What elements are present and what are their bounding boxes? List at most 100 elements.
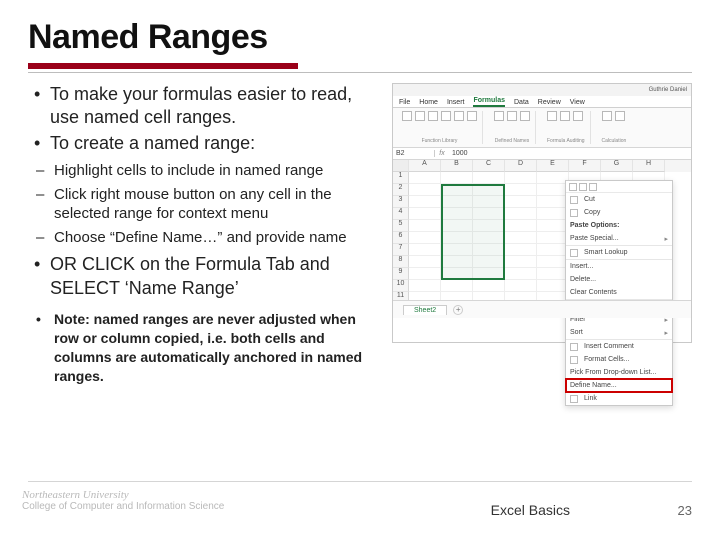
text-icon[interactable] [454, 111, 464, 121]
cell[interactable] [441, 172, 473, 184]
col-header[interactable]: C [473, 160, 505, 172]
col-header[interactable]: D [505, 160, 537, 172]
cell[interactable] [441, 196, 473, 208]
trace-precedents-icon[interactable] [547, 111, 557, 121]
fill-color-icon[interactable] [579, 183, 587, 191]
ribbon-tab[interactable]: File [399, 99, 410, 107]
row-header[interactable]: 8 [393, 256, 409, 268]
cell[interactable] [473, 268, 505, 280]
cell[interactable] [473, 256, 505, 268]
cell[interactable] [409, 184, 441, 196]
financial-icon[interactable] [428, 111, 438, 121]
cell[interactable] [473, 208, 505, 220]
cell[interactable] [473, 196, 505, 208]
font-color-icon[interactable] [569, 183, 577, 191]
cell[interactable] [473, 232, 505, 244]
cell[interactable] [409, 208, 441, 220]
col-header[interactable]: E [537, 160, 569, 172]
row-header[interactable]: 10 [393, 280, 409, 292]
cell[interactable] [441, 268, 473, 280]
cell[interactable] [441, 184, 473, 196]
ctx-insert-comment[interactable]: Insert Comment [566, 340, 672, 353]
row-header[interactable]: 9 [393, 268, 409, 280]
cell[interactable] [409, 172, 441, 184]
ctx-insert[interactable]: Insert... [566, 260, 672, 273]
cell[interactable] [441, 280, 473, 292]
watch-window-icon[interactable] [602, 111, 612, 121]
row-header[interactable]: 4 [393, 208, 409, 220]
ctx-format-cells[interactable]: Format Cells... [566, 353, 672, 366]
ribbon-tab[interactable]: Home [419, 99, 438, 107]
cell[interactable] [409, 268, 441, 280]
col-header[interactable]: F [569, 160, 601, 172]
cell[interactable] [441, 256, 473, 268]
cell[interactable] [473, 280, 505, 292]
cell[interactable] [441, 208, 473, 220]
ctx-smart-lookup[interactable]: Smart Lookup [566, 246, 672, 259]
cell[interactable] [473, 220, 505, 232]
col-header[interactable]: G [601, 160, 633, 172]
use-in-formula-icon[interactable] [520, 111, 530, 121]
name-manager-icon[interactable] [494, 111, 504, 121]
fx-icon[interactable]: fx [435, 150, 449, 157]
ctx-clear[interactable]: Clear Contents [566, 286, 672, 299]
select-all-cell[interactable] [393, 160, 409, 172]
row-header[interactable]: 5 [393, 220, 409, 232]
ribbon-tab[interactable]: Review [538, 99, 561, 107]
ribbon-tab[interactable]: View [570, 99, 585, 107]
ctx-cut[interactable]: Cut [566, 193, 672, 206]
cell[interactable] [409, 244, 441, 256]
cell[interactable] [505, 172, 537, 184]
cell[interactable] [409, 220, 441, 232]
cell[interactable] [505, 256, 537, 268]
ribbon-tab[interactable]: Data [514, 99, 529, 107]
date-time-icon[interactable] [467, 111, 477, 121]
cell[interactable] [505, 196, 537, 208]
sheet-tab[interactable]: Sheet2 [403, 305, 447, 315]
autosum-icon[interactable] [402, 111, 412, 121]
cell[interactable] [441, 220, 473, 232]
row-header[interactable]: 2 [393, 184, 409, 196]
col-header[interactable]: A [409, 160, 441, 172]
col-header[interactable]: H [633, 160, 665, 172]
formula-bar[interactable]: 1000 [449, 150, 691, 157]
cell[interactable] [505, 184, 537, 196]
recently-used-icon[interactable] [415, 111, 425, 121]
new-sheet-button[interactable]: + [453, 305, 463, 315]
define-name-icon[interactable] [507, 111, 517, 121]
ctx-sort[interactable]: Sort▸ [566, 326, 672, 339]
ctx-link[interactable]: Link [566, 392, 672, 405]
calc-options-icon[interactable] [615, 111, 625, 121]
cell[interactable] [409, 196, 441, 208]
logical-icon[interactable] [441, 111, 451, 121]
ctx-define-name[interactable]: Define Name... [566, 379, 672, 392]
cell[interactable] [505, 280, 537, 292]
cell[interactable] [473, 172, 505, 184]
trace-dependents-icon[interactable] [560, 111, 570, 121]
cell[interactable] [441, 244, 473, 256]
remove-arrows-icon[interactable] [573, 111, 583, 121]
border-icon[interactable] [589, 183, 597, 191]
cell[interactable] [409, 232, 441, 244]
cell[interactable] [505, 232, 537, 244]
row-header[interactable]: 6 [393, 232, 409, 244]
ribbon-tab-formulas[interactable]: Formulas [473, 97, 505, 107]
name-box[interactable]: B2 [393, 150, 435, 157]
row-header[interactable]: 3 [393, 196, 409, 208]
cell[interactable] [409, 256, 441, 268]
cell[interactable] [505, 268, 537, 280]
cell[interactable] [441, 232, 473, 244]
ctx-pick-list[interactable]: Pick From Drop-down List... [566, 366, 672, 379]
row-header[interactable]: 7 [393, 244, 409, 256]
ctx-paste-special[interactable]: Paste Special...▸ [566, 232, 672, 245]
cell[interactable] [505, 208, 537, 220]
ribbon-tab[interactable]: Insert [447, 99, 465, 107]
col-header[interactable]: B [441, 160, 473, 172]
row-header[interactable]: 1 [393, 172, 409, 184]
cell[interactable] [409, 280, 441, 292]
ctx-copy[interactable]: Copy [566, 206, 672, 219]
cell[interactable] [473, 244, 505, 256]
ctx-delete[interactable]: Delete... [566, 273, 672, 286]
cell[interactable] [473, 184, 505, 196]
cell[interactable] [505, 244, 537, 256]
